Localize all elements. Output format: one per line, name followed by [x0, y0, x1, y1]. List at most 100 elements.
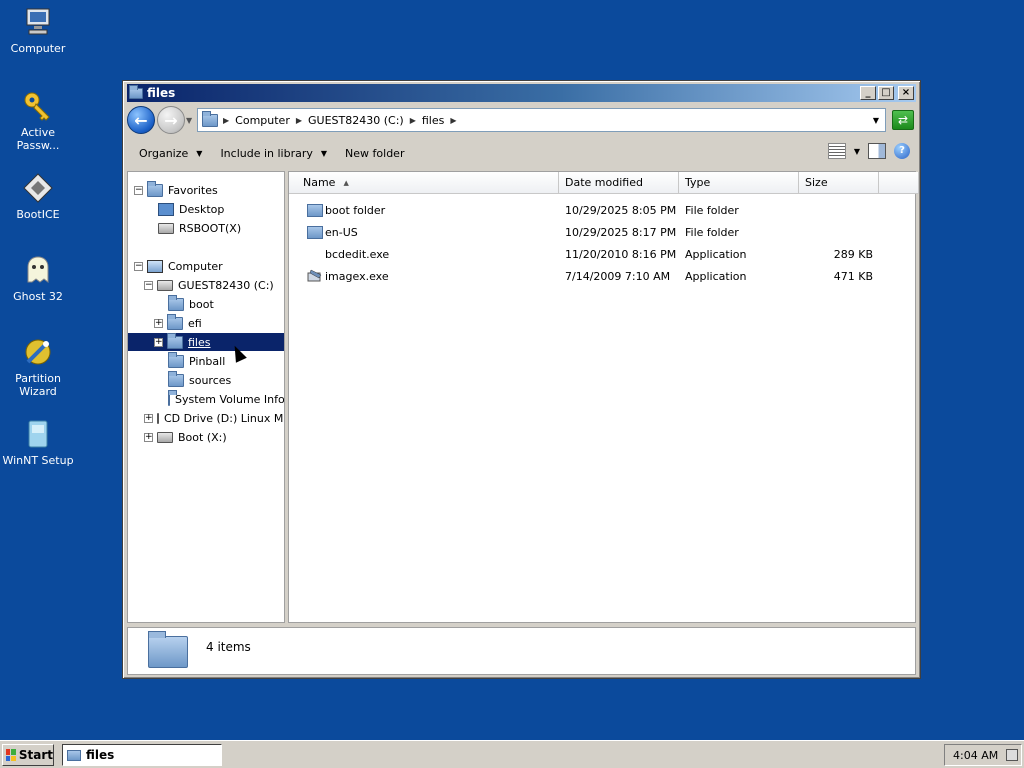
desktop-icon-partition-wizard[interactable]: Partition Wizard: [0, 336, 76, 398]
help-icon[interactable]: ?: [894, 143, 910, 159]
folder-icon: [129, 84, 143, 99]
chevron-right-icon[interactable]: ▶: [450, 116, 456, 125]
folder-icon: [168, 351, 184, 368]
column-header-type[interactable]: Type: [679, 172, 799, 194]
address-bar[interactable]: ▶ Computer ▶ GUEST82430 (C:) ▶ files ▶ ▼: [197, 108, 886, 132]
start-label: Start: [18, 748, 53, 762]
desktop-icon-computer[interactable]: Computer: [0, 6, 76, 55]
chevron-right-icon[interactable]: ▶: [223, 116, 229, 125]
collapse-icon[interactable]: −: [134, 185, 143, 195]
desktop-icon-label: Computer: [10, 42, 66, 55]
tree-item-label: files: [188, 335, 211, 349]
clock[interactable]: 4:04 AM: [953, 749, 998, 762]
item-count: 4 items: [206, 640, 251, 654]
file-type: Application: [685, 270, 747, 283]
column-header-size[interactable]: Size: [799, 172, 879, 194]
desktop-icon-label-2: Wizard: [19, 385, 57, 398]
organize-button[interactable]: Organize ▼: [139, 147, 202, 160]
tree-item-label: System Volume Infor: [175, 392, 285, 406]
new-folder-button[interactable]: New folder: [345, 147, 404, 160]
file-type: Application: [685, 248, 747, 261]
chevron-right-icon[interactable]: ▶: [296, 116, 302, 125]
file-row[interactable]: imagex.exe 7/14/2009 7:10 AM Application…: [289, 266, 915, 288]
taskbar-window-button[interactable]: files: [62, 744, 222, 766]
column-header-label: Type: [685, 176, 711, 189]
file-type: File folder: [685, 226, 739, 239]
desktop-icon-winnt-setup[interactable]: WinNT Setup: [0, 418, 76, 467]
windows-logo-icon: [6, 749, 16, 761]
tree-item-label: RSBOOT(X): [179, 221, 242, 235]
tree-item-label: sources: [189, 373, 232, 387]
title-bar[interactable]: files _ □ ×: [127, 84, 916, 102]
column-header-date[interactable]: Date modified: [559, 172, 679, 194]
taskbar-window-title: files: [86, 748, 115, 762]
close-button[interactable]: ×: [898, 86, 914, 100]
open-folder-icon: [167, 332, 183, 349]
tree-item-files[interactable]: + files: [128, 332, 284, 351]
window-controls: _ □ ×: [860, 86, 914, 100]
desktop-icon-label: WinNT Setup: [2, 454, 74, 467]
desktop-icon-label: Ghost 32: [13, 290, 63, 303]
tree-item-boot[interactable]: boot: [168, 294, 284, 313]
drive-icon: [157, 279, 173, 291]
large-folder-icon: [148, 631, 188, 668]
folder-icon: [307, 204, 323, 217]
desktop-icon-bootice[interactable]: BootICE: [0, 172, 76, 221]
tree-item-pinball[interactable]: Pinball: [168, 351, 284, 370]
file-row[interactable]: boot folder 10/29/2025 8:05 PM File fold…: [289, 200, 915, 222]
desktop-icon-active-password[interactable]: Active Passw...: [0, 90, 76, 152]
maximize-button[interactable]: □: [878, 86, 894, 100]
file-row[interactable]: bcdedit.exe 11/20/2010 8:16 PM Applicati…: [289, 244, 915, 266]
column-header-label: Name: [303, 176, 336, 189]
tree-item-sources[interactable]: sources: [168, 370, 284, 389]
tree-item-computer[interactable]: − Computer: [134, 257, 284, 275]
address-dropdown-icon[interactable]: ▼: [873, 116, 879, 125]
forward-button[interactable]: →: [157, 106, 185, 134]
minimize-button[interactable]: _: [860, 86, 876, 100]
file-list[interactable]: Name ▲ Date modified Type Size boot fold…: [288, 171, 919, 623]
desktop-icon-ghost[interactable]: Ghost 32: [0, 254, 76, 303]
breadcrumb-computer[interactable]: Computer: [235, 114, 290, 127]
tree-item-favorites[interactable]: − Favorites: [134, 180, 284, 199]
tree-item-label: Computer: [168, 259, 223, 273]
expand-icon[interactable]: +: [154, 318, 163, 328]
expand-icon[interactable]: +: [144, 413, 153, 423]
tree-item-system-volume[interactable]: System Volume Infor: [168, 389, 285, 408]
tree-item-label: CD Drive (D:) Linux Mi: [164, 411, 285, 425]
tree-item-drive-c[interactable]: − GUEST82430 (C:): [144, 276, 284, 294]
chevron-down-icon[interactable]: ▼: [854, 147, 860, 156]
file-name: en-US: [325, 226, 358, 239]
refresh-button[interactable]: ⇄: [892, 110, 914, 130]
tree-item-desktop[interactable]: Desktop: [158, 200, 284, 218]
include-in-library-button[interactable]: Include in library ▼: [220, 147, 327, 160]
expand-icon[interactable]: +: [154, 337, 163, 347]
navigation-pane[interactable]: − Favorites Desktop RSBOOT(X) − Computer…: [127, 171, 285, 623]
collapse-icon[interactable]: −: [144, 280, 153, 290]
tree-item-boot-x[interactable]: + Boot (X:): [144, 428, 284, 446]
start-button[interactable]: Start: [2, 744, 54, 766]
tree-item-label: boot: [189, 297, 214, 311]
tree-item-cd-drive[interactable]: + CD Drive (D:) Linux Mi: [144, 409, 284, 427]
file-row[interactable]: en-US 10/29/2025 8:17 PM File folder: [289, 222, 915, 244]
back-button[interactable]: ←: [127, 106, 155, 134]
imagex-app-icon: [307, 269, 322, 282]
tree-item-efi[interactable]: + efi: [154, 313, 284, 332]
column-header-name[interactable]: Name ▲: [289, 172, 559, 194]
preview-pane-icon[interactable]: [868, 143, 886, 159]
file-date: 7/14/2009 7:10 AM: [565, 270, 671, 283]
tree-item-rsboot[interactable]: RSBOOT(X): [158, 219, 284, 237]
tree-item-label: GUEST82430 (C:): [178, 278, 274, 292]
breadcrumb-files[interactable]: files: [422, 114, 444, 127]
collapse-icon[interactable]: −: [134, 261, 143, 271]
cd-drive-icon: [157, 412, 159, 424]
history-dropdown-icon[interactable]: ▼: [186, 116, 192, 125]
network-icon[interactable]: [1006, 749, 1019, 761]
address-row: ← → ▼ ▶ Computer ▶ GUEST82430 (C:) ▶ fil…: [127, 105, 916, 135]
computer-icon: [147, 259, 163, 273]
expand-icon[interactable]: +: [144, 432, 153, 442]
chevron-right-icon[interactable]: ▶: [410, 116, 416, 125]
change-view-icon[interactable]: [827, 143, 846, 159]
tree-item-label: Favorites: [168, 183, 218, 197]
file-name: boot folder: [325, 204, 386, 217]
breadcrumb-drive[interactable]: GUEST82430 (C:): [308, 114, 404, 127]
